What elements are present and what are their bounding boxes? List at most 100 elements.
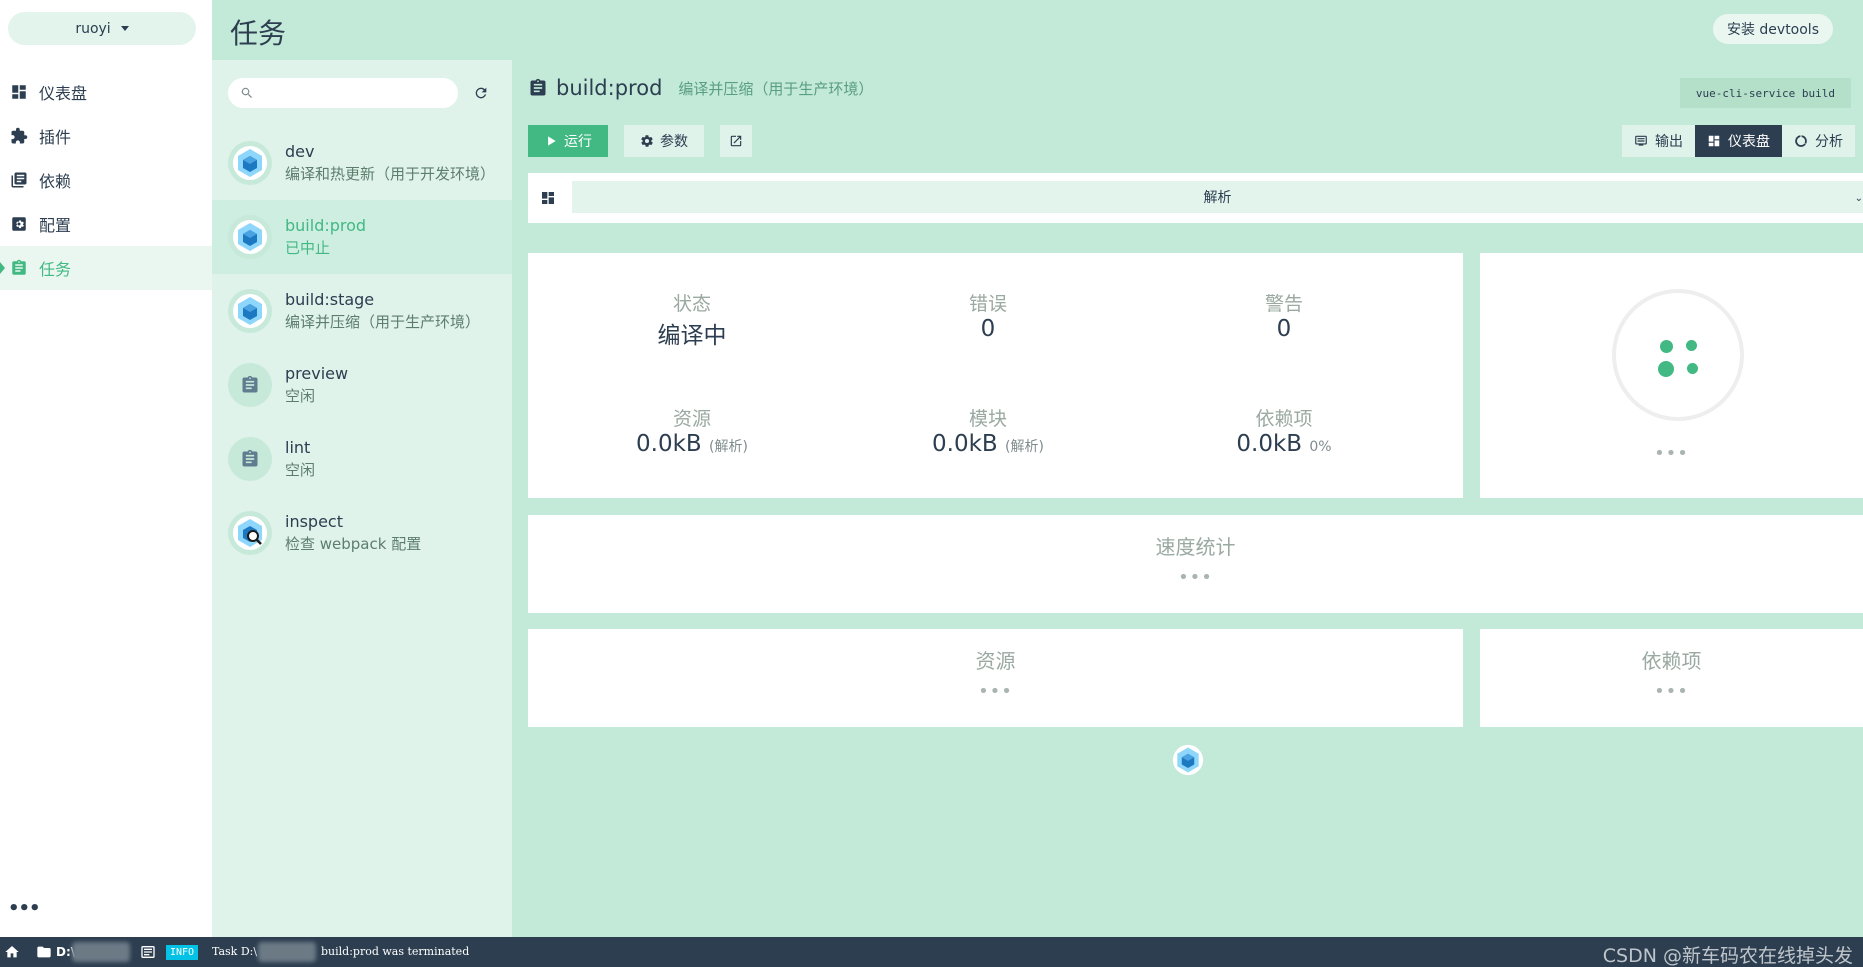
task-title: build:prod 编译并压缩（用于生产环境） [528, 76, 873, 100]
redacted-area [72, 942, 130, 962]
library-icon [11, 172, 27, 188]
sidebar-item-label: 配置 [39, 216, 72, 235]
header: 任务 安装 devtools [212, 0, 1863, 60]
stat-value: 编译中 [657, 323, 727, 349]
loading-dots: ••• [1178, 567, 1213, 588]
webpack-cube-icon [228, 215, 272, 259]
sidebar-item-label: 任务 [39, 260, 72, 279]
loading-dot [1660, 340, 1673, 353]
puzzle-icon [11, 127, 28, 144]
log-message: build:prod was terminated [321, 945, 470, 958]
open-external-button[interactable] [720, 125, 752, 157]
task-item-preview[interactable]: preview 空闲 [212, 348, 512, 422]
sidebar-item-plugins[interactable]: 插件 [0, 114, 212, 158]
sidebar-item-config[interactable]: 配置 [0, 202, 212, 246]
dashboard-icon [1708, 135, 1720, 147]
stat-label: 依赖项 [1255, 408, 1313, 430]
task-item-build-prod[interactable]: build:prod 已中止 [212, 200, 512, 274]
stat-dependencies: 依赖项 0.0kB 0% [1184, 404, 1384, 457]
task-item-inspect[interactable]: inspect 检查 webpack 配置 [212, 496, 512, 570]
grid-icon [542, 192, 554, 204]
clipboard-icon [228, 437, 272, 481]
mode-select[interactable]: 解析 ⌄ [572, 181, 1863, 213]
webpack-logo-icon [1172, 744, 1204, 776]
sidebar-item-dashboard[interactable]: 仪表盘 [0, 70, 212, 114]
dashboard-mode-bar: 解析 ⌄ [528, 173, 1863, 223]
stat-errors: 错误 0 [888, 289, 1088, 342]
sidebar-item-dependencies[interactable]: 依赖 [0, 158, 212, 202]
task-item-dev[interactable]: dev 编译和热更新（用于开发环境） [212, 126, 512, 200]
log-icon[interactable] [140, 944, 156, 960]
tab-label: 仪表盘 [1728, 134, 1770, 150]
loading-dot [1686, 340, 1697, 351]
task-description: 已中止 [285, 239, 331, 257]
progress-status-dots: ••• [1654, 443, 1689, 464]
run-button[interactable]: 运行 [528, 125, 608, 157]
stat-value: 0 [980, 316, 996, 342]
watermark: CSDN @新车码农在线掉头发 [1602, 945, 1853, 967]
sidebar-item-label: 依赖 [39, 172, 72, 191]
view-tabs: 输出 仪表盘 分析 [1622, 125, 1855, 157]
command-chip: vue-cli-service build [1679, 78, 1851, 108]
task-name: preview [285, 364, 349, 383]
progress-ring [1612, 289, 1744, 421]
tab-label: 分析 [1815, 134, 1843, 150]
settings-icon [12, 217, 26, 231]
dashboard-icon [12, 85, 26, 99]
project-selector[interactable]: ruoyi [8, 12, 196, 45]
stat-value: 0.0kB (解析) [592, 431, 792, 457]
task-description: 编译和热更新（用于开发环境） [285, 165, 496, 183]
run-button-label: 运行 [564, 134, 592, 150]
page-title: 任务 [230, 17, 287, 50]
sidebar-item-label: 插件 [39, 128, 72, 147]
assets-card: 资源 ••• [528, 629, 1463, 727]
search-input[interactable] [262, 78, 452, 108]
card-title: 资源 [975, 649, 1016, 673]
task-item-lint[interactable]: lint 空闲 [212, 422, 512, 496]
install-devtools-button[interactable]: 安装 devtools [1712, 14, 1833, 44]
task-list-panel: dev 编译和热更新（用于开发环境） build:prod 已中止 build:… [212, 60, 512, 937]
task-description: 检查 webpack 配置 [285, 535, 422, 553]
webpack-inspect-icon [228, 511, 272, 555]
tab-output[interactable]: 输出 [1622, 125, 1695, 157]
stat-label: 模块 [968, 408, 1007, 430]
tab-dashboard[interactable]: 仪表盘 [1695, 125, 1782, 157]
sidebar-item-tasks[interactable]: 任务 [0, 246, 212, 290]
refresh-button[interactable] [468, 80, 494, 106]
clipboard-icon [228, 363, 272, 407]
loading-dots: ••• [978, 681, 1013, 702]
stat-value: 0.0kB 0% [1184, 431, 1384, 457]
stat-note: (解析) [709, 439, 748, 455]
caret-down-icon [120, 26, 129, 31]
search-field[interactable] [228, 78, 458, 108]
task-name: build:stage [285, 290, 375, 309]
task-description: 编译并压缩（用于生产环境） [285, 313, 481, 331]
sidebar-item-label: 仪表盘 [39, 84, 88, 103]
sidebar-nav: 仪表盘 插件 依赖 配置 任务 [0, 70, 212, 290]
task-detail-panel: build:prod 编译并压缩（用于生产环境） vue-cli-service… [512, 60, 1863, 937]
terminal-icon [1635, 135, 1647, 146]
more-icon[interactable]: ••• [8, 898, 41, 919]
gear-icon [641, 135, 653, 147]
stat-label: 错误 [968, 293, 1007, 315]
parameters-button-label: 参数 [660, 134, 688, 150]
folder-icon[interactable] [36, 944, 52, 960]
open-in-new-icon [730, 135, 742, 147]
speed-stats-card: 速度统计 ••• [528, 515, 1863, 613]
task-name: build:prod [285, 216, 367, 235]
parameters-button[interactable]: 参数 [624, 125, 704, 157]
stat-note: 0% [1309, 439, 1332, 455]
task-description: 空闲 [285, 387, 316, 405]
home-icon[interactable] [4, 944, 20, 960]
stat-status: 状态 编译中 [592, 289, 792, 350]
chevron-down-icon: ⌄ [1854, 193, 1863, 204]
task-item-build-stage[interactable]: build:stage 编译并压缩（用于生产环境） [212, 274, 512, 348]
webpack-cube-icon [228, 141, 272, 185]
tab-analyze[interactable]: 分析 [1782, 125, 1855, 157]
task-name: lint [285, 438, 311, 457]
stat-warnings: 警告 0 [1184, 289, 1384, 342]
stat-size: 0.0kB [636, 431, 702, 457]
stat-size: 0.0kB [932, 431, 998, 457]
progress-card: ••• [1480, 253, 1863, 498]
analyze-icon [1795, 135, 1807, 147]
